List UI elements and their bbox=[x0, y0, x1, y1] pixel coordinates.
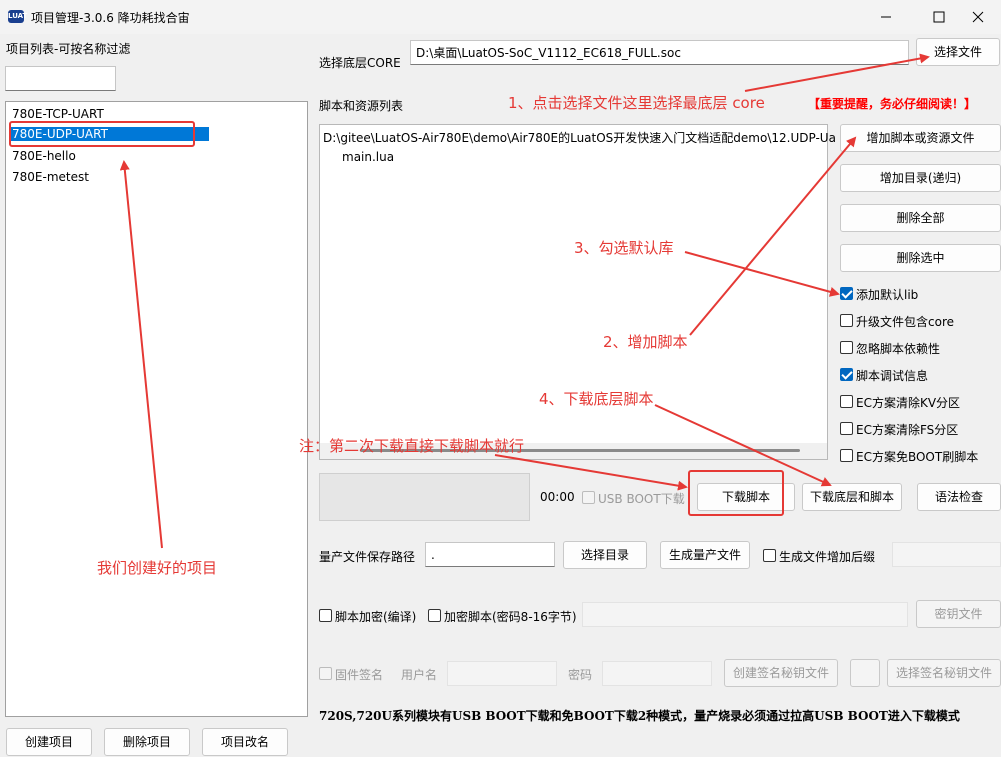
annotation-box-download bbox=[688, 470, 784, 516]
project-item[interactable]: 780E-metest bbox=[12, 170, 89, 184]
no-boot-flash-label: EC方案免BOOT刷脚本 bbox=[856, 450, 979, 464]
usb-boot-checkbox[interactable] bbox=[582, 491, 595, 504]
sign-key-path-box[interactable] bbox=[850, 659, 880, 687]
mass-production-path-label: 量产文件保存路径 bbox=[319, 550, 416, 564]
project-filter-label: 项目列表-可按名称过滤 bbox=[6, 42, 131, 56]
password-encrypt-label: 加密脚本(密码8-16字节) bbox=[444, 610, 577, 624]
annotation-step1: 1、点击选择文件这里选择最底层 core bbox=[508, 94, 765, 112]
annotation-note: 注：第二次下载直接下载脚本就行 bbox=[299, 437, 525, 455]
app-icon: LUAT bbox=[8, 10, 27, 23]
add-script-button[interactable]: 增加脚本或资源文件 bbox=[840, 124, 1001, 152]
close-button[interactable] bbox=[955, 5, 1001, 29]
progress-area bbox=[319, 473, 530, 521]
script-file-item[interactable]: main.lua bbox=[342, 150, 394, 164]
suffix-input[interactable] bbox=[892, 542, 1001, 567]
generate-mass-file-button[interactable]: 生成量产文件 bbox=[660, 541, 750, 569]
usb-boot-label: USB BOOT下载 bbox=[598, 492, 685, 506]
no-boot-flash-checkbox[interactable] bbox=[840, 449, 853, 462]
ignore-deps-label: 忽略脚本依赖性 bbox=[856, 342, 941, 356]
annotation-step3: 3、勾选默认库 bbox=[574, 239, 674, 257]
script-list[interactable]: D:\gitee\LuatOS-Air780E\demo\Air780E的Lua… bbox=[319, 124, 836, 460]
create-project-button[interactable]: 创建项目 bbox=[6, 728, 92, 756]
project-list[interactable]: 780E-TCP-UART 780E-UDP-UART 780E-hello 7… bbox=[5, 101, 308, 717]
window-title: 项目管理-3.0.6 降功耗找合宙 bbox=[31, 11, 190, 25]
password-encrypt-checkbox[interactable] bbox=[428, 609, 441, 622]
debug-info-checkbox[interactable] bbox=[840, 368, 853, 381]
important-warning[interactable]: 【重要提醒，务必仔细阅读！】 bbox=[808, 95, 976, 112]
include-core-checkbox[interactable] bbox=[840, 314, 853, 327]
select-sign-key-button[interactable]: 选择签名秘钥文件 bbox=[887, 659, 1001, 687]
project-item[interactable]: 780E-hello bbox=[12, 149, 76, 163]
annotation-step2: 2、增加脚本 bbox=[603, 333, 688, 351]
add-default-lib-label: 添加默认lib bbox=[856, 288, 919, 302]
download-core-and-script-button[interactable]: 下载底层和脚本 bbox=[802, 483, 902, 511]
add-default-lib-checkbox[interactable] bbox=[840, 287, 853, 300]
clear-kv-checkbox[interactable] bbox=[840, 395, 853, 408]
delete-selected-button[interactable]: 删除选中 bbox=[840, 244, 1001, 272]
compile-encrypt-label: 脚本加密(编译) bbox=[335, 610, 417, 624]
add-directory-button[interactable]: 增加目录(递归) bbox=[840, 164, 1001, 192]
annotation-projects: 我们创建好的项目 bbox=[97, 559, 218, 577]
mass-production-path-input[interactable]: . bbox=[425, 542, 555, 567]
select-core-file-button[interactable]: 选择文件 bbox=[916, 38, 1000, 66]
script-dir-item[interactable]: D:\gitee\LuatOS-Air780E\demo\Air780E的Lua… bbox=[323, 129, 836, 146]
clear-fs-label: EC方案清除FS分区 bbox=[856, 423, 959, 437]
delete-all-button[interactable]: 删除全部 bbox=[840, 204, 1001, 232]
minimize-button[interactable] bbox=[863, 5, 909, 29]
username-label: 用户名 bbox=[401, 668, 438, 682]
debug-info-label: 脚本调试信息 bbox=[856, 369, 929, 383]
core-path-input[interactable]: D:\桌面\LuatOS-SoC_V1112_EC618_FULL.soc bbox=[410, 40, 909, 65]
create-sign-key-button[interactable]: 创建签名秘钥文件 bbox=[724, 659, 838, 687]
syntax-check-button[interactable]: 语法检查 bbox=[917, 483, 1001, 511]
project-item[interactable]: 780E-TCP-UART bbox=[12, 107, 104, 121]
username-input[interactable] bbox=[447, 661, 557, 686]
select-directory-button[interactable]: 选择目录 bbox=[563, 541, 647, 569]
firmware-sign-label: 固件签名 bbox=[335, 668, 384, 682]
annotation-box-project bbox=[9, 121, 195, 147]
password-label: 密码 bbox=[568, 668, 593, 682]
minimize-icon bbox=[881, 16, 891, 18]
ignore-deps-checkbox[interactable] bbox=[840, 341, 853, 354]
compile-encrypt-checkbox[interactable] bbox=[319, 609, 332, 622]
include-core-label: 升级文件包含core bbox=[856, 315, 954, 329]
password-input[interactable] bbox=[602, 661, 712, 686]
encrypt-password-input[interactable] bbox=[582, 602, 908, 627]
project-filter-input[interactable] bbox=[5, 66, 116, 91]
clear-fs-checkbox[interactable] bbox=[840, 422, 853, 435]
elapsed-time: 00:00 bbox=[540, 490, 575, 504]
add-suffix-label: 生成文件增加后缀 bbox=[779, 550, 876, 564]
annotation-step4: 4、下载底层脚本 bbox=[539, 390, 654, 408]
usb-boot-note: 720S,720U系列模块有USB BOOT下载和免BOOT下载2种模式，量产烧… bbox=[319, 709, 960, 723]
add-suffix-checkbox[interactable] bbox=[763, 549, 776, 562]
close-icon bbox=[972, 11, 984, 23]
scripts-label: 脚本和资源列表 bbox=[319, 99, 404, 113]
delete-project-button[interactable]: 删除项目 bbox=[104, 728, 190, 756]
core-label: 选择底层CORE bbox=[319, 56, 401, 70]
rename-project-button[interactable]: 项目改名 bbox=[202, 728, 288, 756]
clear-kv-label: EC方案清除KV分区 bbox=[856, 396, 961, 410]
key-file-button[interactable]: 密钥文件 bbox=[916, 600, 1001, 628]
firmware-sign-checkbox[interactable] bbox=[319, 667, 332, 680]
